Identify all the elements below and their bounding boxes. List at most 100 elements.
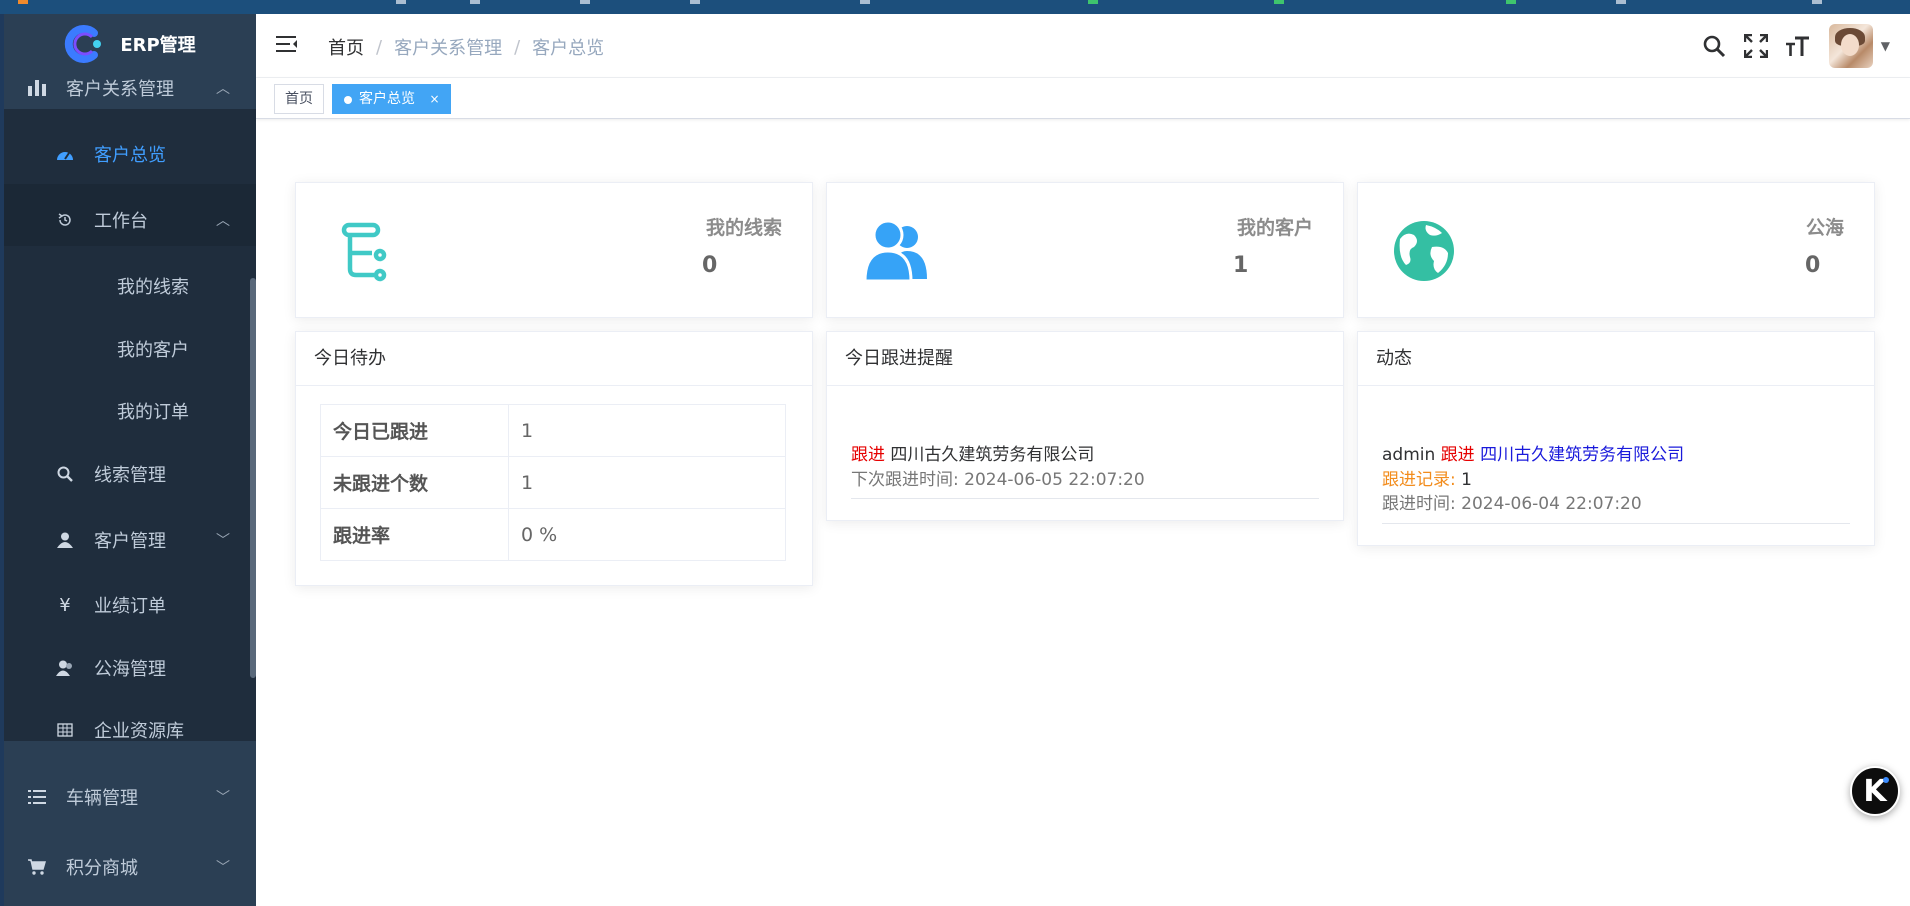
todo-value: 1 — [508, 456, 786, 509]
strip-mark — [860, 0, 870, 4]
stat-card-my-leads[interactable]: 我的线索 0 — [295, 182, 813, 318]
tag-label: 客户总览 — [359, 91, 415, 107]
sidebar-item-vehicle-management[interactable]: 车辆管理 ﹀ — [4, 766, 256, 828]
breadcrumb-separator: / — [376, 36, 383, 58]
search-icon[interactable] — [1699, 31, 1729, 61]
users-icon — [54, 657, 76, 679]
sidebar-item-my-orders[interactable]: 我的订单 — [4, 380, 256, 442]
user-icon — [54, 529, 76, 551]
strip-mark — [1506, 0, 1516, 4]
breadcrumb-item-crm: 客户关系管理 — [394, 38, 503, 59]
chevron-up-icon: ︿ — [216, 213, 230, 229]
reminder-company: 四川古久建筑劳务有限公司 — [890, 445, 1095, 465]
avatar-face — [1840, 34, 1859, 56]
sidebar-item-label: 我的客户 — [117, 340, 189, 361]
chevron-down-icon: ﹀ — [216, 790, 230, 806]
search-icon — [54, 463, 76, 485]
breadcrumb-item-current: 客户总览 — [532, 38, 605, 59]
sidebar-item-label: 工作台 — [94, 211, 148, 232]
avatar[interactable] — [1828, 24, 1873, 68]
table-row: 跟进率 0 % — [320, 508, 786, 561]
activity-time-value: 2024-06-04 22:07:20 — [1461, 494, 1642, 514]
chevron-down-icon: ﹀ — [216, 533, 230, 549]
sidebar-item-label: 企业资源库 — [94, 721, 184, 742]
strip-mark — [580, 0, 590, 4]
browser-tab-strip — [0, 0, 1910, 14]
sidebar-item-my-leads[interactable]: 我的线索 — [4, 255, 256, 317]
sidebar-item-public-pool[interactable]: 公海管理 — [4, 637, 256, 699]
activity-line[interactable]: admin 跟进 四川古久建筑劳务有限公司 — [1382, 440, 1684, 465]
people-icon — [863, 217, 927, 283]
activity-user: admin — [1382, 445, 1436, 465]
reminder-next-time: 2024-06-05 22:07:20 — [964, 470, 1145, 490]
strip-mark — [1812, 0, 1822, 4]
sidebar-item-label: 公海管理 — [94, 659, 166, 680]
active-dot-icon — [344, 96, 352, 104]
bar-chart-icon — [26, 77, 48, 99]
history-icon — [54, 209, 76, 231]
todo-table: 今日已跟进 1 未跟进个数 1 跟进率 0 % — [320, 404, 786, 561]
divider — [1382, 523, 1850, 524]
strip-mark — [690, 0, 700, 4]
todo-key: 今日已跟进 — [320, 404, 509, 457]
tree-icon — [336, 219, 400, 283]
sidebar: ERP管理 客户关系管理 ︿ 客户总览 工作台 ︿ 我的线索 我的客户 我的订单 — [4, 14, 256, 906]
sidebar-item-my-customers[interactable]: 我的客户 — [4, 318, 256, 380]
tags-view: 首页 客户总览 × — [256, 78, 1910, 119]
reminder-next-line: 下次跟进时间: 2024-06-05 22:07:20 — [851, 465, 1145, 490]
todo-value: 1 — [508, 404, 786, 457]
reminder-line[interactable]: 跟进 四川古久建筑劳务有限公司 — [851, 440, 1094, 465]
strip-mark — [18, 0, 28, 4]
tag-home[interactable]: 首页 — [274, 84, 324, 114]
cart-icon — [26, 856, 48, 878]
stat-value: 0 — [702, 253, 718, 278]
main-area: 首页 / 客户关系管理 / 客户总览 ▼ 首页 客户总览 × 我的线索 0 我的… — [256, 14, 1910, 906]
app-title: ERP管理 — [120, 35, 196, 56]
sidebar-item-lead-management[interactable]: 线索管理 — [4, 443, 256, 505]
sidebar-item-label: 客户关系管理 — [66, 79, 174, 100]
sidebar-item-customer-overview[interactable]: 客户总览 — [4, 123, 256, 185]
tag-customer-overview[interactable]: 客户总览 × — [332, 84, 451, 114]
breadcrumb: 首页 / 客户关系管理 / 客户总览 — [328, 34, 604, 60]
strip-mark — [470, 0, 480, 4]
activity-company-link[interactable]: 四川古久建筑劳务有限公司 — [1480, 445, 1684, 465]
dashboard-icon — [54, 143, 76, 165]
table-row: 今日已跟进 1 — [320, 404, 786, 457]
todo-key: 跟进率 — [320, 508, 509, 561]
strip-mark — [1616, 0, 1626, 4]
sidebar-item-workbench[interactable]: 工作台 ︿ — [4, 189, 256, 251]
sidebar-item-label: 线索管理 — [94, 465, 166, 486]
sidebar-item-customer-management[interactable]: 客户管理 ﹀ — [4, 509, 256, 571]
breadcrumb-item-home[interactable]: 首页 — [328, 34, 364, 60]
stat-label: 我的客户 — [1236, 217, 1313, 239]
floating-assistant-button[interactable]: K — [1850, 766, 1900, 816]
reminder-title: 今日跟进提醒 — [827, 332, 1343, 386]
divider — [851, 498, 1319, 499]
stat-card-my-customers[interactable]: 我的客户 1 — [826, 182, 1344, 318]
navbar: 首页 / 客户关系管理 / 客户总览 ▼ — [256, 14, 1910, 78]
tag-label: 首页 — [285, 91, 313, 107]
yen-icon: ¥ — [59, 594, 71, 616]
todo-title: 今日待办 — [296, 332, 812, 386]
stat-card-public-pool[interactable]: 公海 0 — [1357, 182, 1875, 318]
globe-icon — [1392, 219, 1456, 283]
activity-time-line: 跟进时间: 2024-06-04 22:07:20 — [1382, 489, 1642, 514]
sidebar-item-label: 我的线索 — [117, 277, 189, 298]
sidebar-item-label: 客户总览 — [94, 145, 166, 166]
font-size-icon[interactable] — [1783, 31, 1813, 61]
sidebar-item-enterprise-library[interactable]: 企业资源库 — [4, 699, 256, 761]
list-icon — [26, 786, 48, 808]
reminder-next-label: 下次跟进时间: — [851, 470, 959, 490]
fullscreen-icon[interactable] — [1741, 31, 1771, 61]
sidebar-item-performance-orders[interactable]: ¥ 业绩订单 — [4, 574, 256, 636]
activity-action: 跟进 — [1440, 445, 1475, 465]
activity-record-value: 1 — [1461, 470, 1472, 490]
todo-value: 0 % — [508, 508, 786, 561]
hamburger-icon[interactable] — [276, 34, 300, 56]
close-icon[interactable]: × — [429, 92, 439, 106]
todo-card: 今日待办 今日已跟进 1 未跟进个数 1 跟进率 0 % — [295, 331, 813, 586]
activity-card: 动态 admin 跟进 四川古久建筑劳务有限公司 跟进记录: 1 跟进时间: 2… — [1357, 331, 1875, 546]
sidebar-item-points-mall[interactable]: 积分商城 ﹀ — [4, 836, 256, 898]
caret-down-icon[interactable]: ▼ — [1881, 39, 1890, 53]
sidebar-item-label: 业绩订单 — [94, 596, 166, 617]
